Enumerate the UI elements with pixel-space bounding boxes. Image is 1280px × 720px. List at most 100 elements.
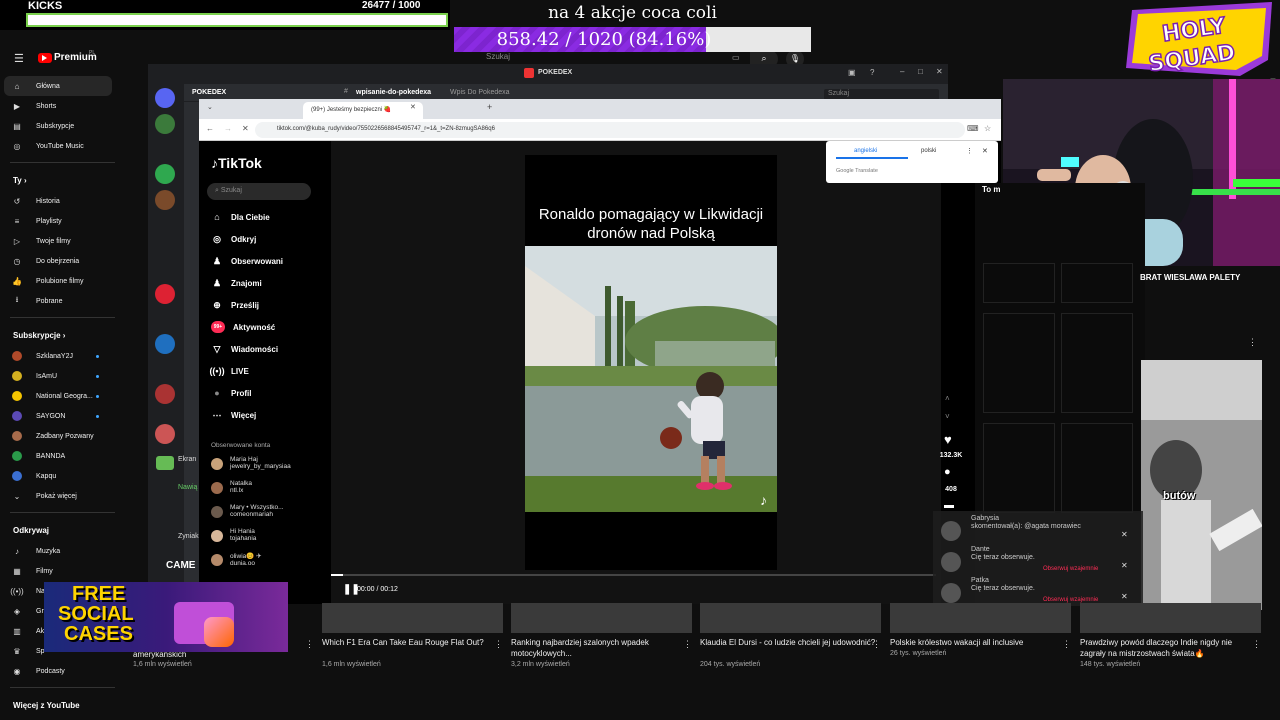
help-icon[interactable]: ?: [870, 68, 874, 77]
inbox-icon[interactable]: ▣: [848, 68, 856, 77]
show-more-button[interactable]: ⌄ Pokaż więcej: [0, 486, 125, 506]
back-icon[interactable]: ←: [206, 124, 214, 133]
close-icon[interactable]: ✕: [1121, 530, 1128, 539]
close-icon[interactable]: ✕: [936, 67, 943, 76]
comment-icon[interactable]: ●: [944, 466, 951, 478]
server-icon[interactable]: [156, 456, 174, 470]
video-thumbnail[interactable]: [983, 423, 1055, 513]
notification-item[interactable]: Dante Cię teraz obserwuje.: [971, 546, 1035, 562]
subscription-item[interactable]: SAYGON: [0, 406, 125, 426]
subscription-item[interactable]: Zadbany Pozwany: [0, 426, 125, 446]
video-thumbnail[interactable]: [511, 603, 692, 633]
sidebar-item[interactable]: ◉ Podcasty: [0, 661, 125, 681]
subscription-item[interactable]: National Geogra...: [0, 386, 125, 406]
shorts-thumbnail[interactable]: butów: [1141, 360, 1262, 610]
close-icon[interactable]: ✕: [1121, 592, 1128, 601]
close-icon[interactable]: ✕: [1121, 561, 1128, 570]
tiktok-nav-item[interactable]: ◎ Odkryj: [199, 228, 331, 250]
chevron-up-icon[interactable]: ˄: [945, 394, 950, 403]
followed-account[interactable]: Hi Hania tojahania: [199, 528, 331, 552]
tiktok-nav-item[interactable]: ⊕ Prześlij: [199, 294, 331, 316]
more-options-icon[interactable]: ⋮: [1248, 337, 1257, 348]
video-thumbnail[interactable]: [983, 263, 1055, 303]
followed-account[interactable]: Natalka ntl.lx: [199, 480, 331, 504]
tiktok-nav-item[interactable]: ♟ Obserwowani: [199, 250, 331, 272]
follow-back-button[interactable]: Obserwuj wzajemnie: [1043, 566, 1098, 572]
notification-item[interactable]: Gabrysia skomentował(a): @agata morawiec: [971, 515, 1081, 531]
tab-list-icon[interactable]: ⌄: [207, 103, 213, 111]
subscription-item[interactable]: IsAmU: [0, 366, 125, 386]
server-icon[interactable]: [155, 284, 175, 304]
tiktok-nav-item[interactable]: ● Profil: [199, 382, 331, 404]
video-thumbnail[interactable]: [983, 313, 1055, 413]
new-tab-icon[interactable]: +: [487, 102, 492, 112]
close-icon[interactable]: ✕: [982, 147, 988, 155]
server-icon[interactable]: [155, 384, 175, 404]
address-bar[interactable]: tiktok.com/@kuba_rudy/video/755022656884…: [255, 122, 965, 138]
sidebar-item[interactable]: ◎ YouTube Music: [0, 136, 125, 156]
sidebar-item[interactable]: ≡ Playlisty: [0, 211, 125, 231]
more-options-icon[interactable]: ⋮: [872, 639, 881, 650]
subscription-item[interactable]: BANNDA: [0, 446, 125, 466]
server-icon[interactable]: [155, 88, 175, 108]
video-title[interactable]: Klaudia El Dursi - co ludzie chcieli jej…: [700, 637, 880, 648]
video-title[interactable]: Polskie królestwo wakacji all inclusive: [890, 637, 1070, 648]
tiktok-nav-item[interactable]: ⋯ Więcej: [199, 404, 331, 426]
keyboard-icon[interactable]: ▭: [732, 53, 740, 62]
forward-icon[interactable]: →: [224, 124, 232, 133]
more-options-icon[interactable]: ⋮: [683, 639, 692, 650]
tiktok-search-input[interactable]: ⌕ Szukaj: [207, 183, 311, 200]
more-options-icon[interactable]: ⋮: [305, 639, 314, 650]
sidebar-item[interactable]: ◷ Do obejrzenia: [0, 251, 125, 271]
video-thumbnail[interactable]: [1061, 263, 1133, 303]
server-icon[interactable]: [155, 114, 175, 134]
more-options-icon[interactable]: ⋮: [1252, 639, 1261, 650]
sidebar-item[interactable]: ↺ Historia: [0, 191, 125, 211]
menu-icon[interactable]: ☰: [14, 52, 24, 65]
translate-lang-from[interactable]: angielski: [854, 148, 877, 154]
server-icon[interactable]: [155, 424, 175, 444]
chrome-tab[interactable]: (99+) Jesteśmy bezpieczni 🍓: [303, 102, 423, 119]
video-thumbnail[interactable]: [700, 603, 881, 633]
sidebar-subscriptions-header[interactable]: Subskrypcje ›: [0, 324, 125, 346]
sidebar-item[interactable]: ⌂ Główna: [4, 76, 112, 96]
sidebar-item[interactable]: ▤ Subskrypcje: [0, 116, 125, 136]
bookmark-icon[interactable]: ▬: [944, 500, 954, 511]
heart-icon[interactable]: ♥: [944, 432, 952, 447]
video-thumbnail[interactable]: [322, 603, 503, 633]
server-icon[interactable]: [155, 190, 175, 210]
video-title[interactable]: Which F1 Era Can Take Eau Rouge Flat Out…: [322, 637, 502, 648]
video-title[interactable]: Ranking najbardziej szalonych wpadek mot…: [511, 637, 691, 659]
tiktok-nav-item[interactable]: ((•)) LIVE: [199, 360, 331, 382]
maximize-icon[interactable]: □: [918, 67, 923, 76]
tiktok-nav-item[interactable]: 99+ Aktywność: [199, 316, 331, 338]
followed-account[interactable]: Maria Haj jewelry_by_marysiaa: [199, 456, 331, 480]
translate-lang-to[interactable]: polski: [921, 148, 936, 154]
followed-account[interactable]: Mary • Wszystko... comeonmariah: [199, 504, 331, 528]
sidebar-item[interactable]: ▶ Shorts: [0, 96, 125, 116]
tiktok-nav-item[interactable]: ♟ Znajomi: [199, 272, 331, 294]
sidebar-item[interactable]: 👍 Polubione filmy: [0, 271, 125, 291]
more-options-icon[interactable]: ⋮: [494, 639, 503, 650]
sidebar-item[interactable]: ▷ Twoje filmy: [0, 231, 125, 251]
tiktok-nav-item[interactable]: ▽ Wiadomości: [199, 338, 331, 360]
translate-icon[interactable]: ⌨: [967, 124, 979, 133]
video-thumbnail[interactable]: [1061, 313, 1133, 413]
more-options-icon[interactable]: ⋮: [1062, 639, 1071, 650]
server-icon[interactable]: [155, 334, 175, 354]
subscription-item[interactable]: Kapqu: [0, 466, 125, 486]
bookmark-star-icon[interactable]: ☆: [984, 124, 991, 133]
followed-account[interactable]: oliwia😊 ✈ dunia.oo: [199, 552, 331, 576]
youtube-search-input[interactable]: Szukaj: [486, 52, 510, 61]
video-thumbnail[interactable]: [1080, 603, 1261, 633]
server-icon[interactable]: [155, 164, 175, 184]
sidebar-item[interactable]: ⭳ Pobrane: [0, 291, 125, 311]
sidebar-item[interactable]: ▦ Filmy: [0, 561, 125, 581]
close-tab-icon[interactable]: ✕: [410, 103, 416, 111]
sidebar-you-header[interactable]: Ty ›: [0, 169, 125, 191]
subscription-item[interactable]: SzklanaY2J: [0, 346, 125, 366]
tiktok-logo[interactable]: ♪TikTok: [211, 155, 262, 171]
tiktok-nav-item[interactable]: ⌂ Dla Ciebie: [199, 206, 331, 228]
more-options-icon[interactable]: ⋮: [966, 147, 973, 155]
close-loading-icon[interactable]: ✕: [242, 124, 249, 133]
